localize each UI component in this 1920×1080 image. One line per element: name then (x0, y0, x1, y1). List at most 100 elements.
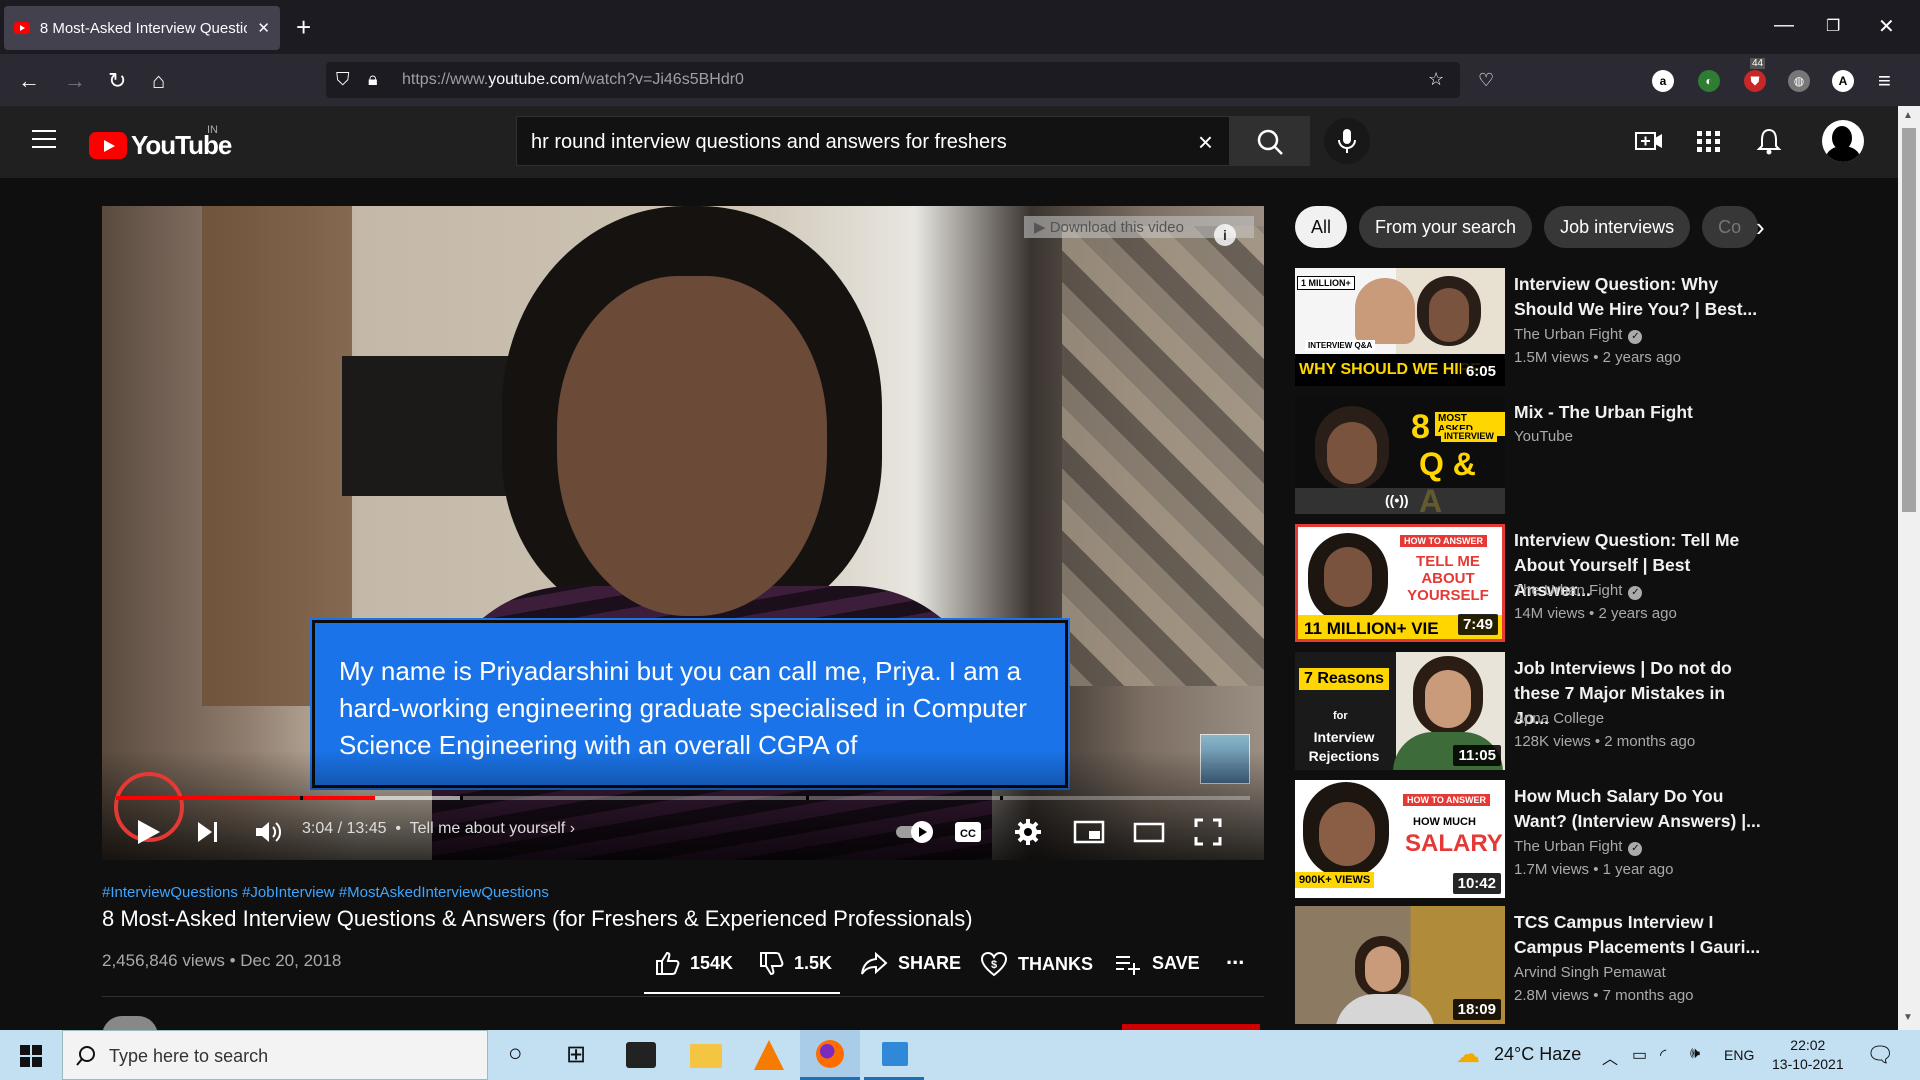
chapter-title[interactable]: Tell me about yourself (410, 820, 566, 837)
vlc-icon[interactable] (754, 1040, 784, 1070)
scrollbar-thumb[interactable] (1902, 128, 1916, 512)
rec-channel[interactable]: Arvind Singh Pemawat (1514, 964, 1666, 981)
clear-search-icon[interactable]: × (1198, 127, 1213, 158)
captions-icon[interactable]: CC (952, 816, 984, 848)
taskbar-clock[interactable]: 22:02 13-10-2021 (1772, 1036, 1844, 1074)
ublock-icon[interactable]: ⛊ (1744, 70, 1766, 92)
next-video-icon[interactable] (194, 816, 222, 848)
home-icon[interactable]: ⌂ (152, 68, 165, 94)
chip-all[interactable]: All (1295, 206, 1348, 248)
list-item[interactable]: 18:09 TCS Campus Interview I Campus Plac… (1295, 906, 1765, 1024)
store-icon[interactable] (626, 1042, 656, 1068)
scroll-down-icon[interactable]: ▼ (1903, 1012, 1913, 1023)
browser-tab[interactable]: 8 Most-Asked Interview Questio ✕ (4, 6, 280, 50)
video-thumbnail[interactable]: HOW TO ANSWER HOW MUCH SALARY 900K+ VIEW… (1295, 780, 1505, 898)
task-view-icon[interactable]: ⊞ (566, 1040, 586, 1069)
reload-icon[interactable]: ↻ (108, 68, 126, 94)
language-indicator[interactable]: ENG (1724, 1047, 1754, 1063)
file-explorer-icon[interactable] (690, 1044, 722, 1068)
taskbar-search-input[interactable]: Type here to search (62, 1030, 488, 1080)
new-tab-button[interactable]: + (296, 12, 311, 43)
volume-icon[interactable] (252, 816, 284, 848)
play-icon[interactable] (132, 816, 164, 848)
chip-job-interviews[interactable]: Job interviews (1544, 206, 1691, 248)
back-icon[interactable]: ← (18, 68, 40, 94)
thanks-button[interactable]: $ THANKS (980, 950, 1093, 978)
volume-icon[interactable]: 🕪︎ (1690, 1045, 1700, 1063)
lock-icon[interactable]: 🔒︎ (368, 69, 378, 90)
like-button[interactable]: 154K (654, 950, 733, 976)
share-button[interactable]: SHARE (860, 950, 961, 976)
account-icon[interactable]: A (1832, 70, 1854, 92)
chevron-up-icon[interactable]: ︿ (1602, 1045, 1618, 1069)
rec-channel[interactable]: The Urban Fight ✓ (1514, 838, 1643, 856)
restore-icon[interactable]: ❐ (1826, 16, 1840, 36)
chip-from-your-search[interactable]: From your search (1359, 206, 1533, 248)
theater-mode-icon[interactable] (1132, 816, 1166, 848)
rec-channel[interactable]: The Urban Fight ✓ (1514, 582, 1643, 600)
fullscreen-icon[interactable] (1192, 816, 1224, 848)
save-button[interactable]: SAVE (1114, 950, 1200, 976)
chip-more[interactable]: Co (1702, 206, 1759, 248)
notification-center-icon[interactable]: 🗨︎ (1866, 1042, 1894, 1068)
rec-channel[interactable]: YouTube (1514, 428, 1573, 445)
video-thumbnail[interactable]: 1 MILLION+ INTERVIEW Q&A WHY SHOULD WE H… (1295, 268, 1505, 386)
info-card-icon[interactable]: i (1214, 224, 1236, 246)
search-input[interactable]: hr round interview questions and answers… (516, 116, 1230, 166)
weather-text[interactable]: 24°C Haze (1494, 1044, 1581, 1065)
shield-icon[interactable]: ⛉ (336, 69, 350, 90)
video-thumbnail[interactable]: HOW TO ANSWER TELL ME ABOUT YOURSELF 11 … (1295, 524, 1505, 642)
youtube-logo[interactable]: YouTube IN (89, 124, 232, 161)
apps-grid-icon[interactable] (1694, 126, 1724, 156)
avatar[interactable] (1822, 120, 1864, 162)
create-video-icon[interactable] (1634, 126, 1664, 156)
scroll-up-icon[interactable]: ▲ (1903, 110, 1913, 121)
search-button[interactable] (1230, 116, 1310, 166)
close-window-icon[interactable]: ✕ (1878, 14, 1895, 39)
wifi-icon[interactable]: ◜ (1660, 1045, 1666, 1065)
cortana-icon[interactable]: ○ (508, 1040, 523, 1068)
chevron-right-icon[interactable]: › (1756, 212, 1765, 243)
list-item[interactable]: 7 Reasons for Interview Rejections 11:05… (1295, 652, 1765, 770)
minimize-icon[interactable]: — (1774, 14, 1794, 37)
rec-title[interactable]: Interview Question: Why Should We Hire Y… (1514, 272, 1764, 322)
photos-taskbar-button[interactable] (864, 1030, 924, 1080)
extension-icon[interactable]: ◐ (1698, 70, 1720, 92)
more-actions-button[interactable]: ... (1226, 944, 1244, 970)
pocket-icon[interactable]: ♡ (1478, 70, 1494, 91)
rec-title[interactable]: TCS Campus Interview I Campus Placements… (1514, 910, 1764, 960)
video-hashtags[interactable]: #InterviewQuestions #JobInterview #MostA… (102, 884, 549, 901)
rec-channel[interactable]: Apna College (1514, 710, 1604, 727)
menu-icon[interactable]: ≡ (1878, 68, 1891, 94)
firefox-taskbar-button[interactable] (800, 1030, 860, 1080)
close-tab-icon[interactable]: ✕ (257, 19, 270, 37)
rec-channel[interactable]: The Urban Fight ✓ (1514, 326, 1643, 344)
video-thumbnail[interactable]: 7 Reasons for Interview Rejections 11:05 (1295, 652, 1505, 770)
globe-icon[interactable]: ◍ (1788, 70, 1810, 92)
amazon-extension-icon[interactable]: a (1652, 70, 1674, 92)
dislike-button[interactable]: 1.5K (758, 950, 832, 976)
progress-bar[interactable] (116, 796, 1250, 800)
hamburger-menu-icon[interactable] (32, 130, 56, 148)
list-item[interactable]: HOW TO ANSWER HOW MUCH SALARY 900K+ VIEW… (1295, 780, 1765, 898)
battery-icon[interactable]: ▭ (1632, 1045, 1647, 1065)
weather-icon[interactable]: ☁ (1456, 1040, 1480, 1069)
voice-search-button[interactable] (1324, 118, 1370, 164)
bookmark-star-icon[interactable]: ☆ (1428, 69, 1444, 90)
miniplayer-icon[interactable] (1072, 816, 1106, 848)
mix-thumbnail[interactable]: 8 MOST ASKED INTERVIEW Q & A ((•)) (1295, 396, 1505, 514)
notifications-bell-icon[interactable] (1754, 126, 1784, 156)
rec-title[interactable]: How Much Salary Do You Want? (Interview … (1514, 784, 1764, 834)
list-item[interactable]: 8 MOST ASKED INTERVIEW Q & A ((•)) Mix -… (1295, 396, 1765, 514)
autoplay-toggle[interactable] (894, 816, 938, 848)
rec-title[interactable]: Mix - The Urban Fight (1514, 400, 1764, 425)
list-item[interactable]: HOW TO ANSWER TELL ME ABOUT YOURSELF 11 … (1295, 524, 1765, 642)
video-thumbnail[interactable]: 18:09 (1295, 906, 1505, 1024)
list-item[interactable]: 1 MILLION+ INTERVIEW Q&A WHY SHOULD WE H… (1295, 268, 1765, 386)
video-player[interactable]: ▶ Download this video i My name is Priya… (102, 206, 1264, 860)
page-scrollbar[interactable]: ▲ ▼ (1898, 106, 1920, 1030)
windows-start-icon[interactable] (20, 1045, 42, 1067)
forward-icon[interactable]: → (64, 68, 86, 94)
settings-gear-icon[interactable] (1012, 816, 1044, 848)
address-bar[interactable]: ⛉ 🔒︎ https://www.youtube.com/watch?v=Ji4… (326, 62, 1460, 98)
